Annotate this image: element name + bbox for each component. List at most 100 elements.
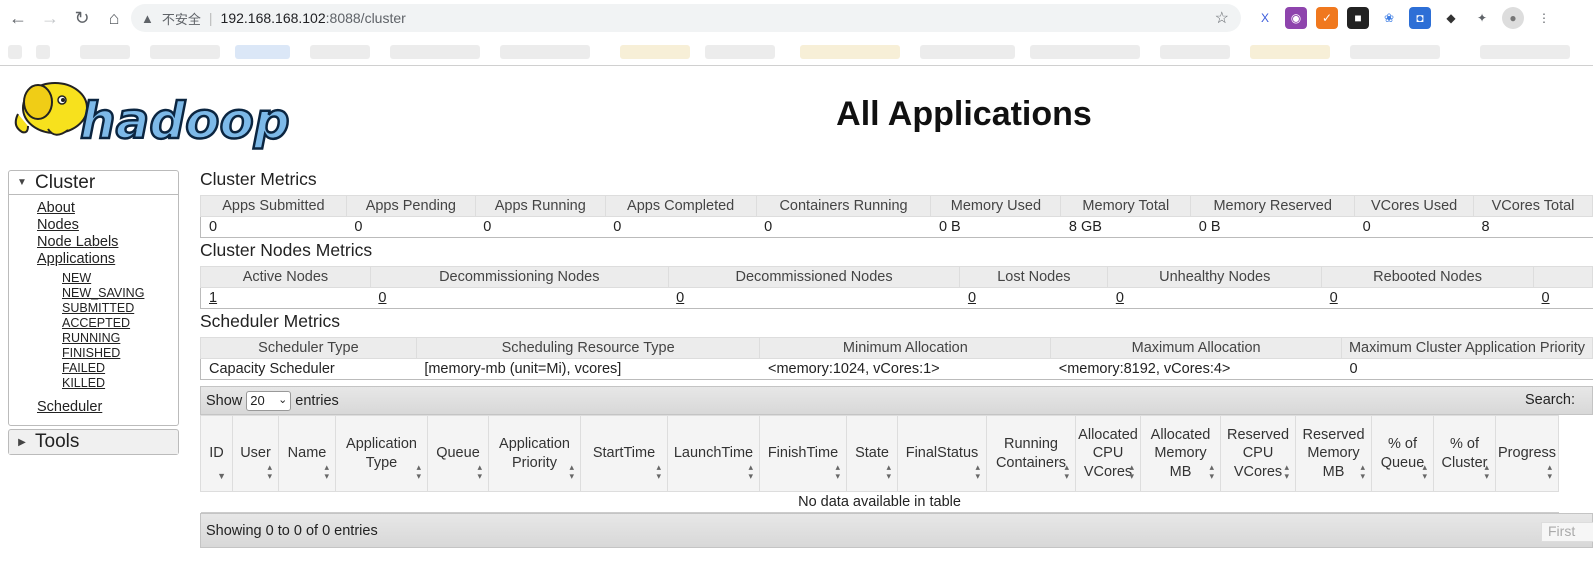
home-icon[interactable]: ⌂: [100, 4, 128, 32]
metric-value-active-nodes[interactable]: 1: [200, 287, 371, 309]
col-header-reserved-memory-mb[interactable]: Reserved Memory MB ▴ ▾: [1295, 415, 1372, 492]
sidebar-cluster-header[interactable]: ▼ Cluster: [9, 171, 178, 195]
col-header-user[interactable]: User ▴ ▾: [232, 415, 279, 492]
first-page-button[interactable]: First: [1541, 522, 1593, 542]
col-header-maximum-cluster-application-priority: Maximum Cluster Application Priority: [1340, 337, 1593, 359]
col-header-application-type[interactable]: Application Type ▴ ▾: [335, 415, 428, 492]
blue-ext-icon[interactable]: ◘: [1409, 7, 1431, 29]
col-header-name[interactable]: Name ▴ ▾: [278, 415, 336, 492]
col-header-memory-reserved: Memory Reserved: [1190, 195, 1356, 217]
col-header-queue[interactable]: Queue ▴ ▾: [427, 415, 489, 492]
bookmark-item[interactable]: [1160, 45, 1230, 59]
bookmark-star-icon[interactable]: ☆: [1215, 8, 1229, 28]
insecure-label[interactable]: 不安全: [162, 9, 201, 28]
page-title: All Applications: [836, 95, 1092, 133]
sort-both-icon: ▴ ▾: [267, 462, 272, 481]
col-header-allocated-memory-mb[interactable]: Allocated Memory MB ▴ ▾: [1140, 415, 1221, 492]
sidebar-link-nodes[interactable]: Nodes: [37, 217, 79, 233]
sidebar-link-node-labels[interactable]: Node Labels: [37, 234, 118, 250]
sidebar-link-scheduler[interactable]: Scheduler: [37, 399, 102, 415]
bookmark-item[interactable]: [235, 45, 290, 59]
col-header-progress[interactable]: Progress ▴ ▾: [1494, 415, 1560, 492]
sidebar-state-finished[interactable]: FINISHED: [62, 346, 120, 360]
search-label[interactable]: Search:: [1525, 392, 1575, 408]
col-header-scheduler-type: Scheduler Type: [200, 337, 417, 359]
col-header-active-nodes: Active Nodes: [200, 266, 371, 288]
x-icon[interactable]: X: [1254, 7, 1276, 29]
col-header-apps-running: Apps Running: [474, 195, 606, 217]
metric-value-blank[interactable]: 0: [1533, 287, 1593, 309]
translate-icon[interactable]: ❀: [1378, 7, 1400, 29]
bookmark-item[interactable]: [1030, 45, 1140, 59]
bookmark-item[interactable]: [1480, 45, 1570, 59]
bookmark-item[interactable]: [150, 45, 220, 59]
sidebar-tools-panel[interactable]: ▶ Tools: [8, 429, 179, 455]
sidebar-state-submitted[interactable]: SUBMITTED: [62, 301, 134, 315]
color-circle-icon[interactable]: ◉: [1285, 7, 1307, 29]
metric-value-lost-nodes[interactable]: 0: [959, 287, 1108, 309]
col-header-allocated-cpu-vcores[interactable]: Allocated CPU VCores ▴ ▾: [1075, 415, 1141, 492]
bookmark-item[interactable]: [920, 45, 1015, 59]
col-header-apps-pending: Apps Pending: [345, 195, 476, 217]
reload-icon[interactable]: ↻: [68, 4, 96, 32]
col-header-of-queue[interactable]: % of Queue ▴ ▾: [1371, 415, 1434, 492]
col-header-launchtime[interactable]: LaunchTime ▴ ▾: [667, 415, 760, 492]
bookmark-item[interactable]: [705, 45, 775, 59]
orange-ext-icon[interactable]: ✓: [1316, 7, 1338, 29]
dark-ext-icon[interactable]: ■: [1347, 7, 1369, 29]
sidebar-state-killed[interactable]: KILLED: [62, 376, 105, 390]
hadoop-wordmark: hadoop: [80, 92, 290, 150]
metric-value-decommissioned-nodes[interactable]: 0: [668, 287, 960, 309]
cube-icon[interactable]: ◆: [1440, 7, 1462, 29]
col-header-of-cluster[interactable]: % of Cluster ▴ ▾: [1433, 415, 1496, 492]
back-arrow-icon[interactable]: ←: [4, 4, 32, 32]
bookmark-item[interactable]: [1350, 45, 1440, 59]
sidebar-state-failed[interactable]: FAILED: [62, 361, 105, 375]
bookmark-item[interactable]: [36, 45, 50, 59]
applications-empty-row: No data available in table: [200, 491, 1559, 513]
forward-arrow-icon[interactable]: →: [36, 4, 64, 32]
col-label: Running Containers: [995, 436, 1067, 471]
bookmark-item[interactable]: [310, 45, 370, 59]
bookmark-item[interactable]: [800, 45, 900, 59]
metric-value-vcores-total: 8: [1473, 216, 1593, 238]
bookmark-item[interactable]: [80, 45, 130, 59]
metric-value-rebooted-nodes[interactable]: 0: [1321, 287, 1534, 309]
bookmark-item[interactable]: [620, 45, 690, 59]
sort-both-icon: ▴ ▾: [569, 462, 574, 481]
triangle-down-icon: ▼: [17, 177, 27, 188]
bookmark-item[interactable]: [390, 45, 480, 59]
scheduler-metrics-table: Scheduler Type Scheduling Resource Type Mi…: [200, 337, 1593, 380]
warning-triangle-icon[interactable]: ▲: [141, 11, 154, 26]
metric-value-unhealthy-nodes[interactable]: 0: [1107, 287, 1322, 309]
col-label: State: [855, 445, 889, 462]
profile-avatar-icon[interactable]: ●: [1502, 7, 1524, 29]
bookmark-item[interactable]: [1250, 45, 1330, 59]
sidebar-state-new[interactable]: NEW: [62, 271, 91, 285]
col-header-starttime[interactable]: StartTime ▴ ▾: [580, 415, 668, 492]
col-header-running-containers[interactable]: Running Containers ▴ ▾: [986, 415, 1076, 492]
col-header-application-priority[interactable]: Application Priority ▴ ▾: [488, 415, 581, 492]
col-label: Application Type: [346, 436, 417, 471]
sidebar-state-new-saving[interactable]: NEW_SAVING: [62, 286, 144, 300]
bookmark-item[interactable]: [8, 45, 22, 59]
url-separator: |: [208, 10, 213, 26]
metric-value-decommissioning-nodes[interactable]: 0: [370, 287, 669, 309]
menu-kebab-icon[interactable]: ⋮: [1533, 7, 1555, 29]
col-header-finishtime[interactable]: FinishTime ▴ ▾: [759, 415, 847, 492]
col-header-state[interactable]: State ▴ ▾: [846, 415, 898, 492]
page-length-select[interactable]: 20 ⌄: [246, 390, 292, 411]
col-header-finalstatus[interactable]: FinalStatus ▴ ▾: [897, 415, 987, 492]
bookmark-item[interactable]: [500, 45, 590, 59]
sidebar-state-accepted[interactable]: ACCEPTED: [62, 316, 130, 330]
datatable-footer: Showing 0 to 0 of 0 entries First: [200, 513, 1593, 548]
address-bar[interactable]: ▲ 不安全 | 192.168.168.102:8088/cluster ☆: [131, 4, 1241, 32]
sidebar-link-applications[interactable]: Applications: [37, 251, 115, 267]
sidebar-link-about[interactable]: About: [37, 200, 75, 216]
col-header-id[interactable]: ID ▼: [200, 415, 233, 492]
puzzle-icon[interactable]: ✦: [1471, 7, 1493, 29]
sidebar-state-running[interactable]: RUNNING: [62, 331, 120, 345]
sidebar-tools-header[interactable]: ▶ Tools: [9, 430, 178, 454]
nodes-metrics-table: Active Nodes Decommissioning Nodes Decommi…: [200, 266, 1593, 309]
col-header-reserved-cpu-vcores[interactable]: Reserved CPU VCores ▴ ▾: [1220, 415, 1296, 492]
